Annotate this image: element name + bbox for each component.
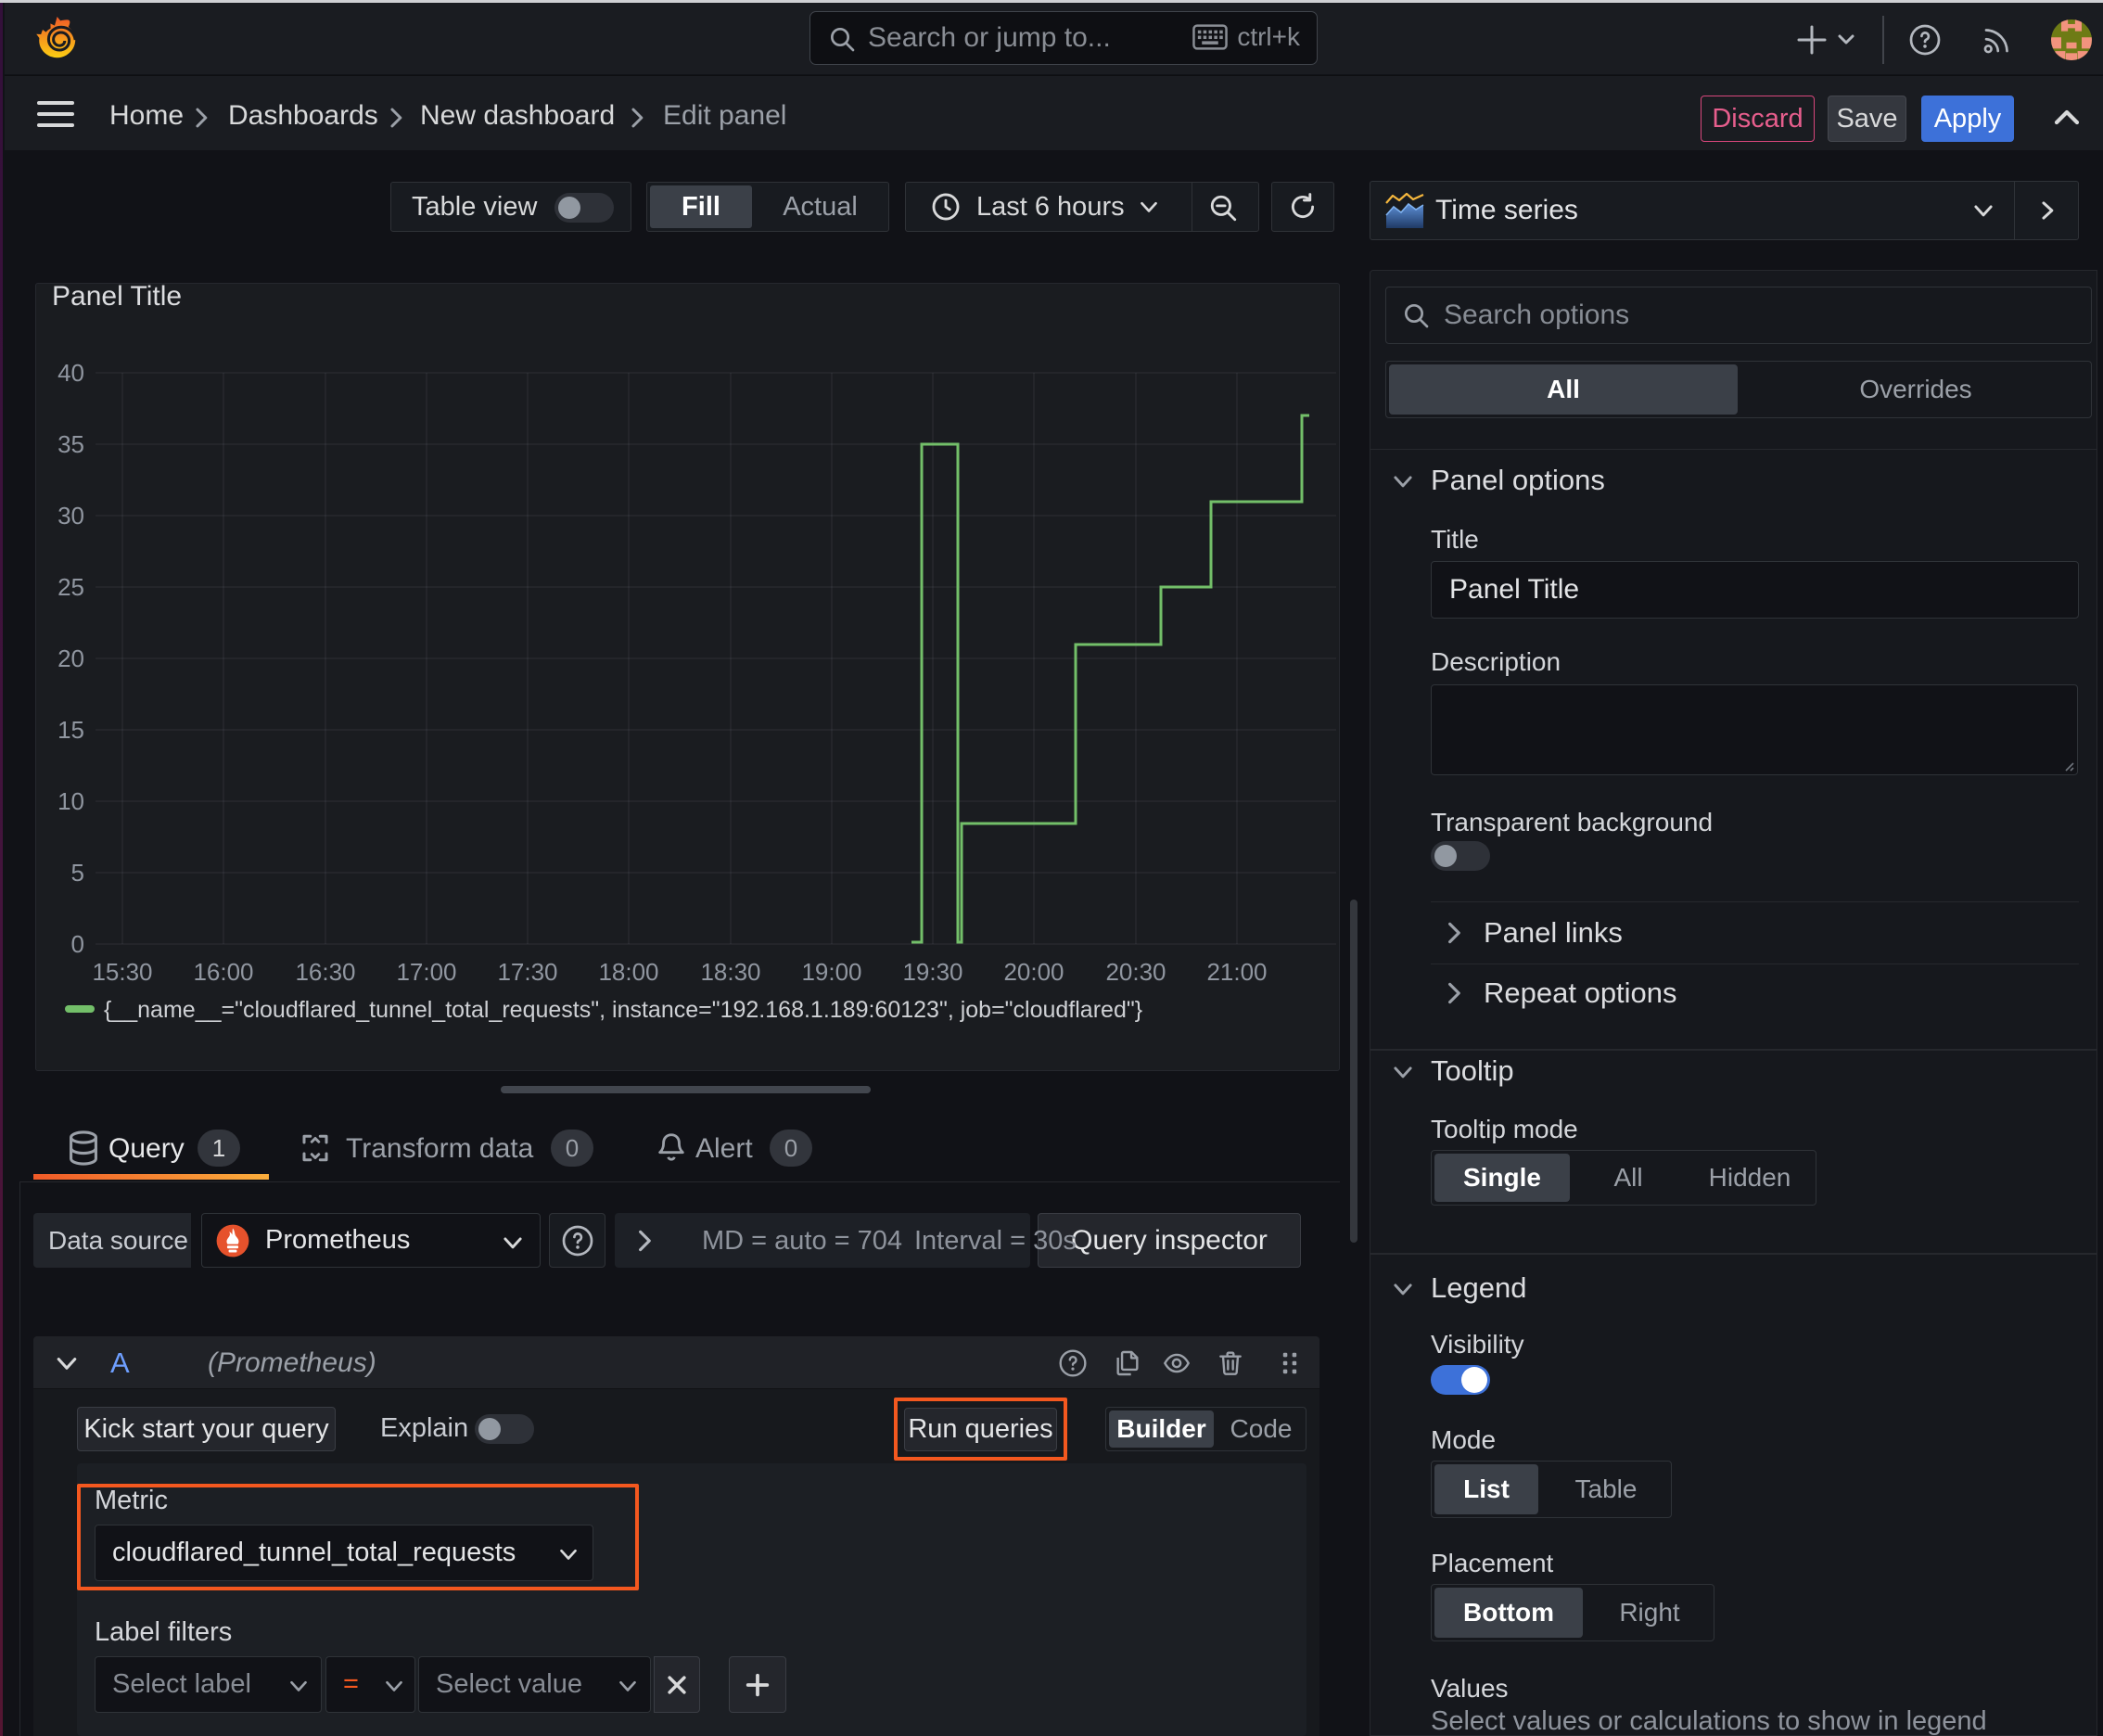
svg-text:15: 15: [57, 716, 84, 744]
svg-text:19:30: 19:30: [902, 958, 962, 986]
svg-text:30: 30: [57, 502, 84, 530]
svg-text:16:30: 16:30: [295, 958, 355, 986]
svg-text:18:30: 18:30: [700, 958, 760, 986]
svg-text:21:00: 21:00: [1206, 958, 1267, 986]
svg-text:16:00: 16:00: [193, 958, 253, 986]
svg-text:20:30: 20:30: [1105, 958, 1166, 986]
svg-text:17:30: 17:30: [497, 958, 557, 986]
svg-text:5: 5: [71, 859, 84, 887]
svg-text:40: 40: [57, 359, 84, 387]
svg-text:10: 10: [57, 787, 84, 815]
svg-text:0: 0: [71, 930, 84, 958]
svg-text:19:00: 19:00: [801, 958, 861, 986]
svg-text:20: 20: [57, 645, 84, 672]
svg-text:20:00: 20:00: [1003, 958, 1064, 986]
svg-text:17:00: 17:00: [396, 958, 456, 986]
svg-text:25: 25: [57, 573, 84, 601]
svg-text:35: 35: [57, 430, 84, 458]
svg-text:18:00: 18:00: [598, 958, 658, 986]
svg-text:15:30: 15:30: [92, 958, 152, 986]
